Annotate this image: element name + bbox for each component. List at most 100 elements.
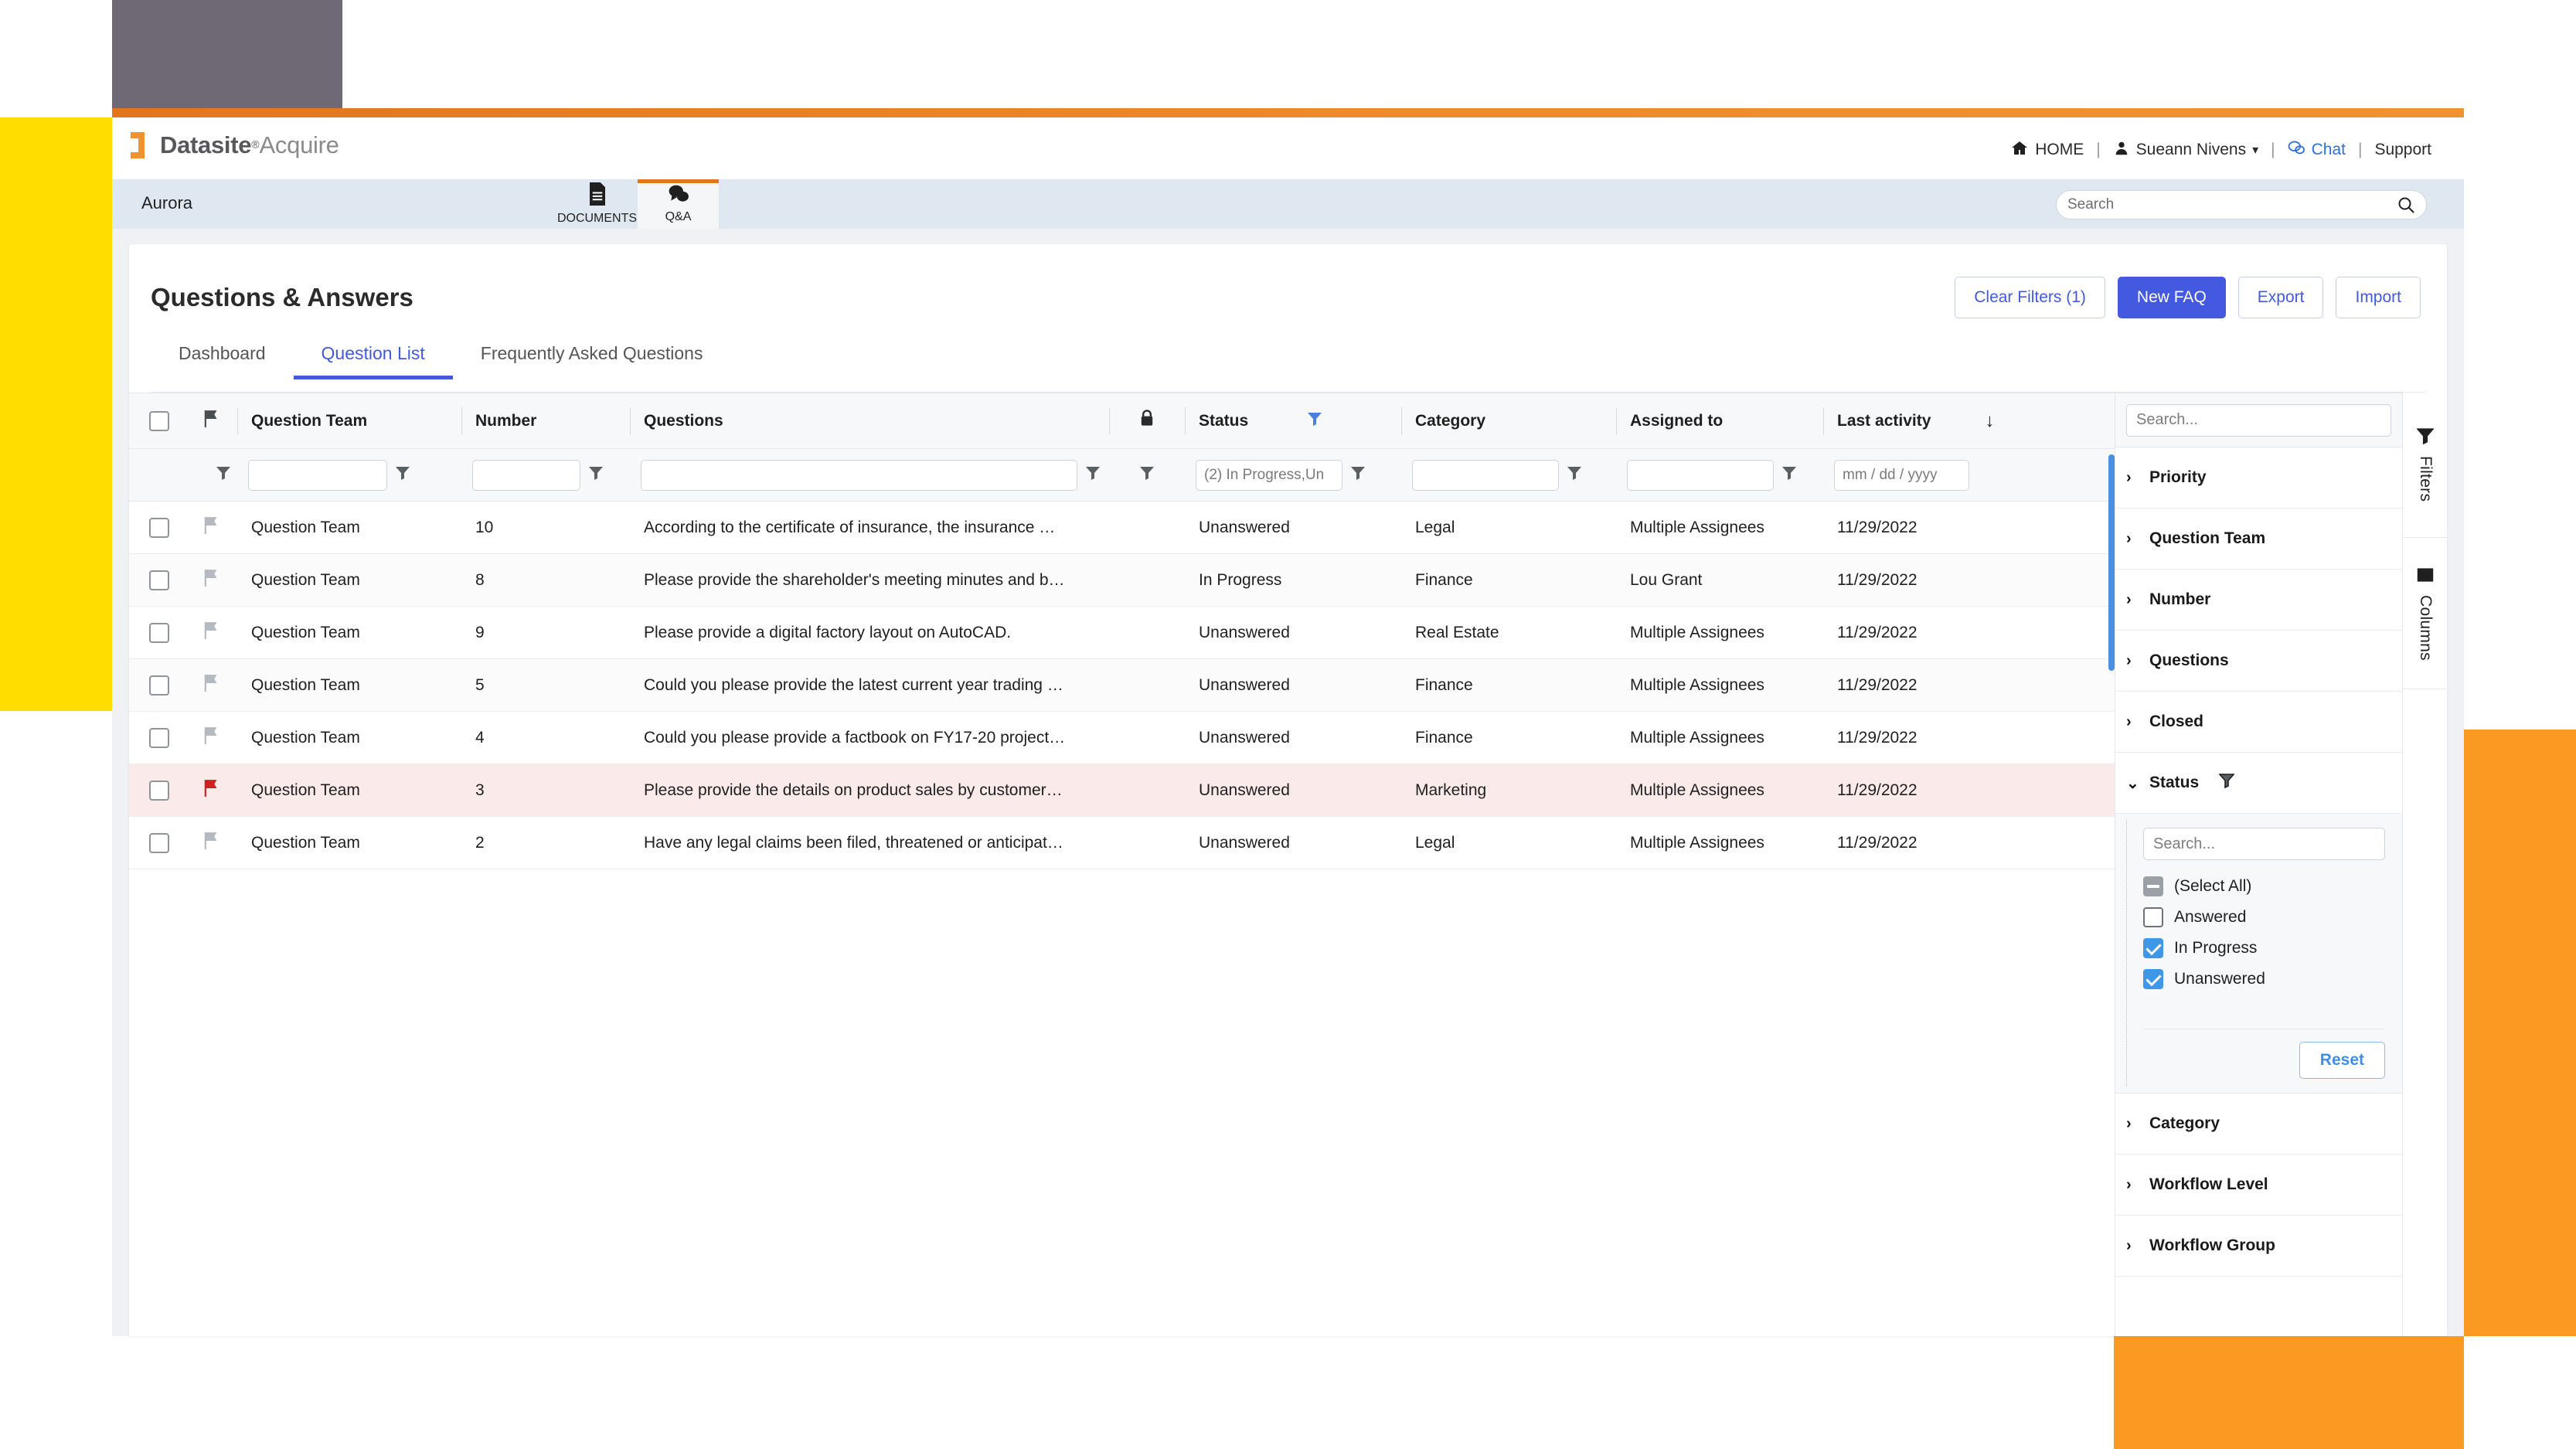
cell-question-text[interactable]: Please provide a digital factory layout … (630, 607, 1109, 658)
import-button[interactable]: Import (2336, 277, 2421, 318)
deal-tab-documents[interactable]: DOCUMENTS (556, 179, 638, 229)
table-row[interactable]: Question Team 5 Could you please provide t… (129, 659, 2241, 712)
tab-faq[interactable]: Frequently Asked Questions (453, 343, 731, 379)
assigned-filter-icon[interactable] (1781, 465, 1797, 485)
filter-category-input[interactable] (1412, 459, 1559, 491)
category-filter-icon[interactable] (1567, 465, 1582, 485)
row-select-cell[interactable] (129, 554, 189, 606)
table-row[interactable]: Question Team 3 Please provide the details… (129, 764, 2241, 817)
row-checkbox[interactable] (149, 622, 169, 643)
datasite-logo[interactable]: Datasite®Acquire (131, 131, 339, 159)
filters-search-input[interactable] (2126, 403, 2391, 437)
status-option[interactable]: In Progress (2143, 933, 2385, 964)
status-column-filter-icon[interactable] (1350, 465, 1366, 485)
global-search[interactable] (2056, 190, 2427, 219)
table-row[interactable]: Question Team 9 Please provide a digital f… (129, 607, 2241, 659)
row-checkbox[interactable] (149, 517, 169, 538)
checkbox-checked[interactable] (2143, 969, 2163, 989)
flag-icon[interactable] (203, 674, 220, 697)
filter-assigned-input[interactable] (1627, 459, 1774, 491)
header-last-activity[interactable]: Last activity ↓ (1823, 393, 2040, 448)
filter-number-input[interactable] (472, 459, 580, 491)
flag-icon[interactable] (203, 726, 220, 750)
checkbox-unchecked[interactable] (2143, 907, 2163, 927)
filter-status-input[interactable]: (2) In Progress,Un (1196, 459, 1342, 491)
chat-link[interactable]: Chat (2277, 141, 2357, 159)
flag-column-header[interactable] (189, 393, 237, 448)
row-checkbox[interactable] (149, 832, 169, 853)
filter-section-questions[interactable]: › Questions (2115, 631, 2402, 692)
row-select-cell[interactable] (129, 712, 189, 764)
filter-section-priority[interactable]: › Priority (2115, 447, 2402, 509)
support-link[interactable]: Support (2363, 141, 2442, 159)
home-link[interactable]: HOME (1999, 139, 2094, 161)
search-icon[interactable] (2397, 196, 2415, 214)
row-flag-cell[interactable] (189, 712, 237, 764)
filter-section-question-team[interactable]: › Question Team (2115, 509, 2402, 570)
filter-section-category[interactable]: › Category (2115, 1094, 2402, 1155)
table-row[interactable]: Question Team 2 Have any legal claims been… (129, 817, 2241, 869)
row-flag-cell[interactable] (189, 554, 237, 606)
header-questions[interactable]: Questions (630, 393, 1109, 448)
cell-question-text[interactable]: According to the certificate of insuranc… (630, 502, 1109, 553)
row-flag-cell[interactable] (189, 607, 237, 658)
filter-section-number[interactable]: › Number (2115, 570, 2402, 631)
status-filter-search-input[interactable] (2143, 828, 2385, 860)
tab-dashboard[interactable]: Dashboard (151, 343, 294, 379)
status-option[interactable]: (Select All) (2143, 871, 2385, 902)
status-option[interactable]: Answered (2143, 902, 2385, 933)
header-question-team[interactable]: Question Team (237, 393, 461, 448)
deal-tab-qa[interactable]: Q&A (638, 179, 719, 229)
table-scrollbar-thumb[interactable] (2108, 454, 2115, 671)
sort-descending-icon[interactable]: ↓ (1985, 410, 1994, 432)
clear-filters-button[interactable]: Clear Filters (1) (1955, 277, 2105, 318)
row-checkbox[interactable] (149, 570, 169, 590)
status-option[interactable]: Unanswered (2143, 964, 2385, 995)
header-category[interactable]: Category (1401, 393, 1616, 448)
new-faq-button[interactable]: New FAQ (2117, 277, 2226, 318)
row-flag-cell[interactable] (189, 502, 237, 553)
filter-questions-input[interactable] (641, 459, 1077, 491)
filter-section-closed[interactable]: › Closed (2115, 692, 2402, 753)
row-select-cell[interactable] (129, 502, 189, 553)
select-all-checkbox[interactable] (149, 410, 169, 431)
cell-question-text[interactable]: Could you please provide the latest curr… (630, 659, 1109, 711)
header-number[interactable]: Number (461, 393, 630, 448)
select-all-header[interactable] (129, 393, 189, 448)
filter-last-activity-input[interactable]: mm / dd / yyyy (1834, 459, 1969, 491)
row-checkbox[interactable] (149, 675, 169, 696)
row-flag-cell[interactable] (189, 659, 237, 711)
filter-section-status[interactable]: ⌄ Status (2115, 753, 2402, 814)
header-assigned-to[interactable]: Assigned to (1616, 393, 1823, 448)
checkbox-indeterminate[interactable] (2143, 876, 2163, 896)
questions-filter-icon[interactable] (1085, 465, 1101, 485)
flag-icon[interactable] (203, 779, 220, 802)
flag-icon[interactable] (203, 569, 220, 592)
row-checkbox[interactable] (149, 780, 169, 801)
status-filter-icon[interactable] (1307, 411, 1322, 431)
flag-filter-icon[interactable] (216, 465, 231, 485)
flag-icon[interactable] (203, 516, 220, 539)
row-select-cell[interactable] (129, 764, 189, 816)
search-input[interactable] (2067, 196, 2397, 213)
table-row[interactable]: Question Team 4 Could you please provide a… (129, 712, 2241, 764)
filter-team-input[interactable] (248, 459, 387, 491)
number-filter-icon[interactable] (588, 465, 604, 485)
row-flag-cell[interactable] (189, 764, 237, 816)
row-select-cell[interactable] (129, 659, 189, 711)
cell-question-text[interactable]: Please provide the shareholder's meeting… (630, 554, 1109, 606)
user-menu[interactable]: Sueann Nivens ▾ (2102, 140, 2269, 160)
filter-section-workflow-group[interactable]: › Workflow Group (2115, 1216, 2402, 1277)
checkbox-checked[interactable] (2143, 938, 2163, 958)
header-status[interactable]: Status (1185, 393, 1401, 448)
cell-question-text[interactable]: Could you please provide a factbook on F… (630, 712, 1109, 764)
status-reset-button[interactable]: Reset (2299, 1042, 2385, 1079)
section-filter-icon[interactable] (2218, 773, 2235, 793)
cell-question-text[interactable]: Have any legal claims been filed, threat… (630, 817, 1109, 869)
tab-question-list[interactable]: Question List (293, 343, 454, 379)
rail-tab-columns[interactable]: Columns (2403, 538, 2447, 689)
table-scrollbar[interactable] (2108, 393, 2115, 1336)
header-lock[interactable] (1109, 393, 1185, 448)
filter-section-workflow-level[interactable]: › Workflow Level (2115, 1155, 2402, 1216)
team-filter-icon[interactable] (395, 465, 410, 485)
